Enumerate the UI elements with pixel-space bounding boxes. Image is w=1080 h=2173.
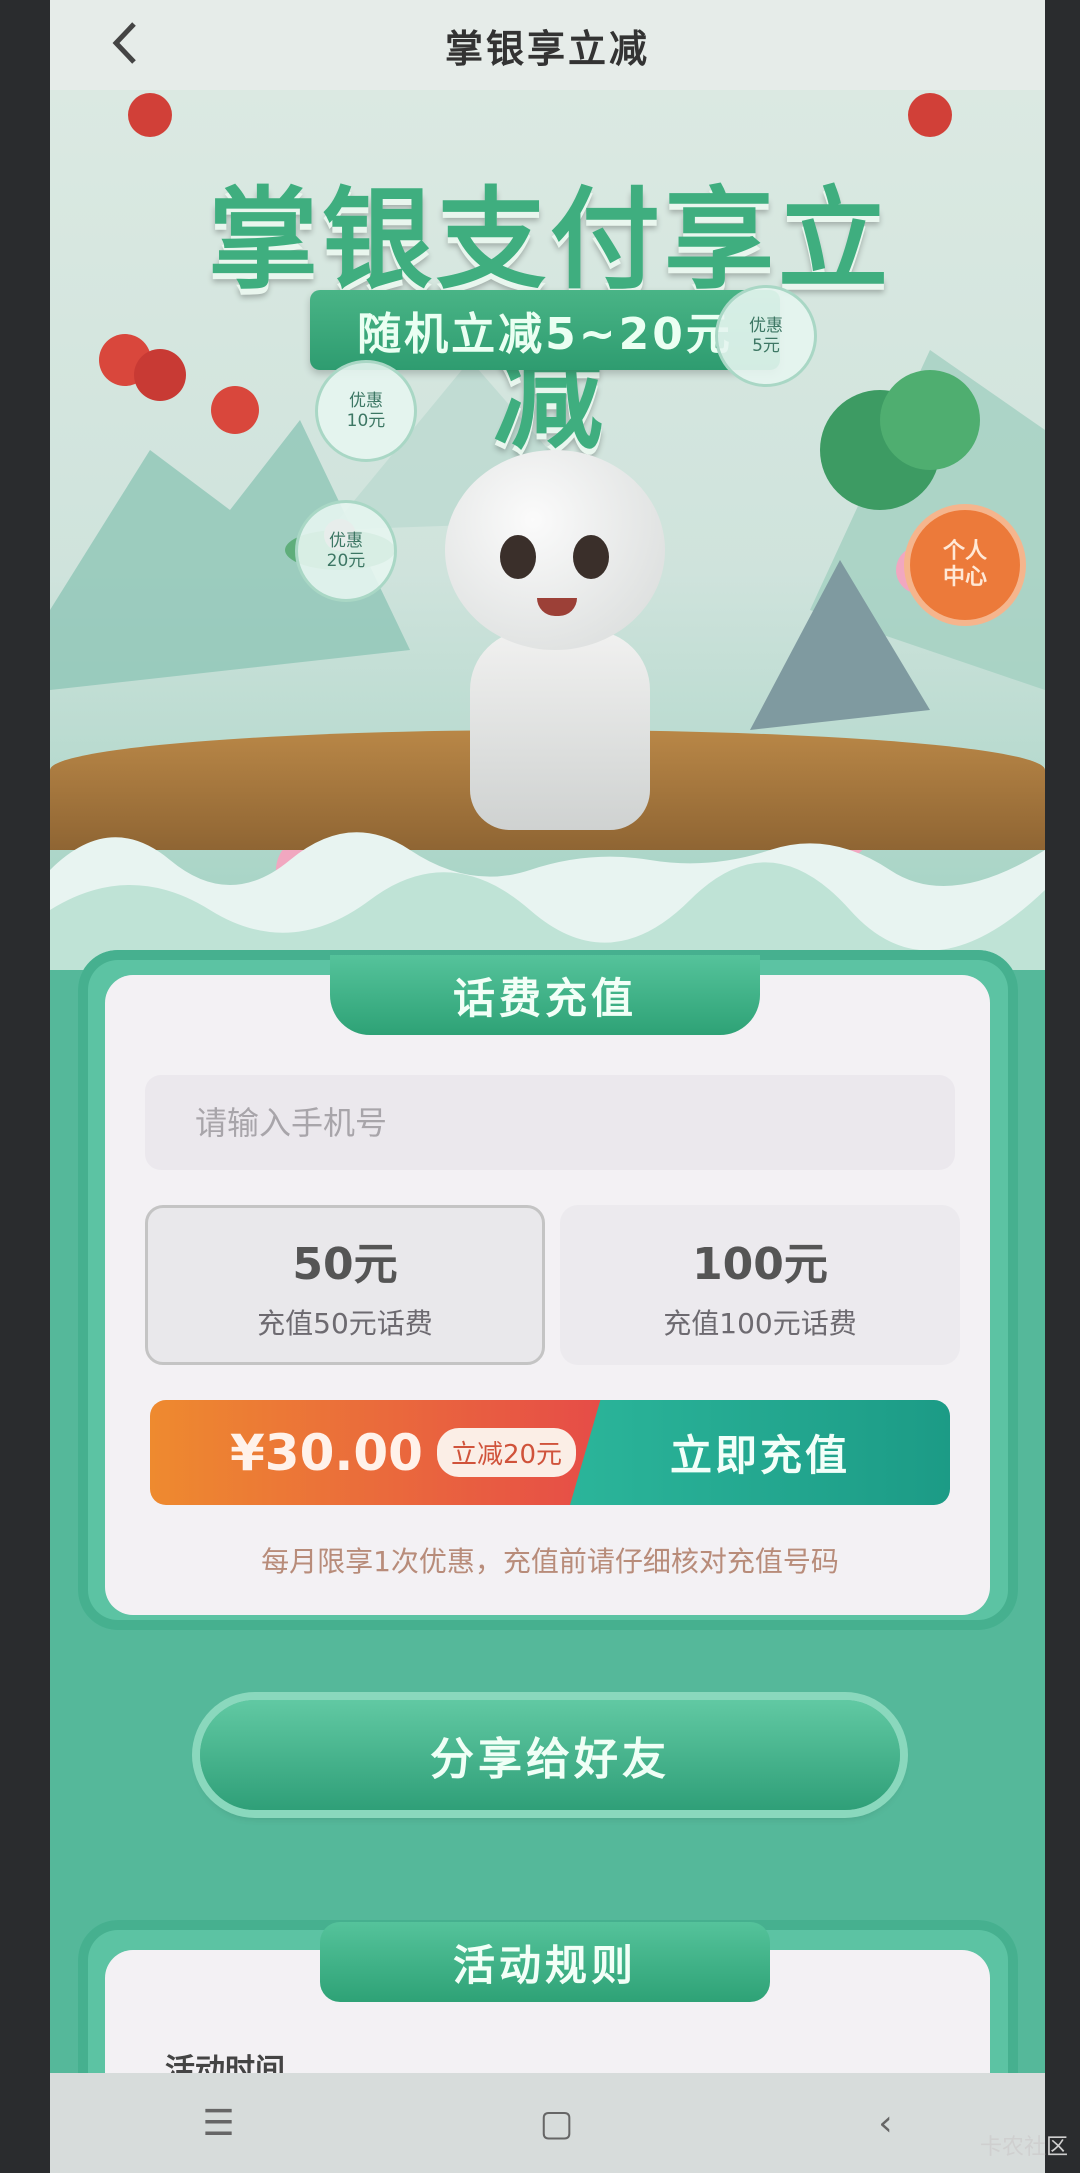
discount-tag: 立减20元 xyxy=(436,1428,577,1477)
bubble-20: 优惠 20元 xyxy=(295,500,397,602)
system-nav-bar: ☰ ▢ ‹ xyxy=(50,2073,1045,2173)
option-price: 50元 xyxy=(292,1239,398,1290)
phone-number-input[interactable] xyxy=(145,1075,955,1170)
recharge-now-button[interactable]: 立即充值 xyxy=(570,1400,950,1505)
option-50[interactable]: 50元 充值50元话费 xyxy=(145,1205,545,1365)
page-title: 掌银享立减 xyxy=(444,26,650,71)
option-price: 100元 xyxy=(692,1239,828,1290)
back-nav-icon[interactable]: ‹ xyxy=(878,2103,892,2144)
share-button[interactable]: 分享给好友 xyxy=(200,1700,900,1810)
bubble-label: 优惠 xyxy=(329,531,363,551)
recharge-notice: 每月限享1次优惠，充值前请仔细核对充值号码 xyxy=(261,1545,839,1578)
pay-bar: ¥30.00 立减20元 立即充值 xyxy=(150,1400,950,1505)
back-button[interactable] xyxy=(110,18,140,77)
badge-line2: 中心 xyxy=(942,565,987,590)
rules-section-title: 活动规则 xyxy=(320,1922,770,2002)
bubble-amount: 5元 xyxy=(752,336,780,356)
option-desc: 充值50元话费 xyxy=(257,1307,433,1340)
bubble-label: 优惠 xyxy=(349,391,383,411)
badge-line1: 个人 xyxy=(942,539,987,564)
bubble-label: 优惠 xyxy=(749,316,783,336)
watermark: 卡农社区 xyxy=(979,2135,1068,2160)
banner-subtitle-ribbon: 随机立减5~20元 xyxy=(310,290,780,370)
hero-banner: 掌银支付享立减 随机立减5~20元 优惠 10元 优惠 20元 优惠 5元 个人… xyxy=(50,90,1045,970)
option-desc: 充值100元话费 xyxy=(663,1307,857,1340)
menu-icon[interactable]: ☰ xyxy=(202,2103,234,2144)
bubble-5: 优惠 5元 xyxy=(715,285,817,387)
chevron-left-icon xyxy=(112,22,136,64)
pay-amount-area: ¥30.00 立减20元 xyxy=(150,1400,610,1505)
recharge-section-title: 话费充值 xyxy=(330,955,760,1035)
home-icon[interactable]: ▢ xyxy=(539,2103,573,2144)
option-100[interactable]: 100元 充值100元话费 xyxy=(560,1205,960,1365)
bubble-amount: 10元 xyxy=(346,411,386,431)
waves-illustration xyxy=(50,832,1045,970)
mascot-head xyxy=(445,450,665,650)
app-screen: 掌银享立减 掌银支付享立减 随机立减5~20元 优惠 10元 优惠 20元 优惠… xyxy=(50,0,1045,2173)
pay-amount: ¥30.00 xyxy=(230,1423,423,1482)
top-bar: 掌银享立减 xyxy=(50,0,1045,90)
personal-center-button[interactable]: 个人 中心 xyxy=(910,510,1020,620)
bubble-10: 优惠 10元 xyxy=(315,360,417,462)
bubble-amount: 20元 xyxy=(326,551,366,571)
